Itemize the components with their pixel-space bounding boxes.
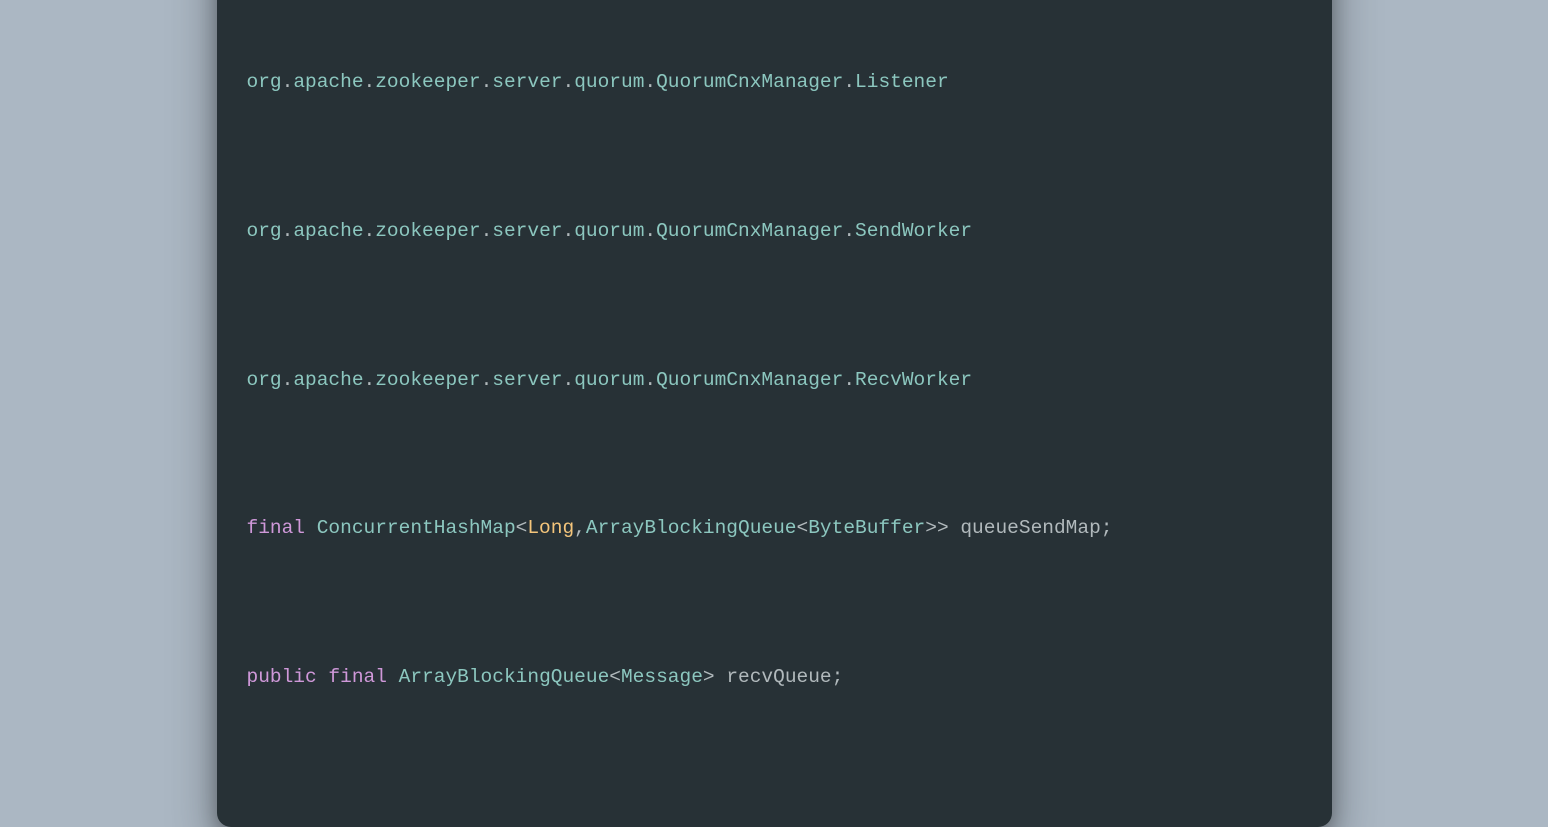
code-token: apache	[293, 71, 363, 93]
code-token	[949, 517, 961, 539]
code-token: .	[562, 369, 574, 391]
code-token: quorum	[574, 71, 644, 93]
code-token: >	[703, 666, 715, 688]
code-token: .	[364, 369, 376, 391]
code-line-3: org.apache.zookeeper.server.quorum.Quoru…	[247, 367, 1302, 394]
code-token: .	[481, 71, 493, 93]
code-token: QuorumCnxManager	[656, 71, 843, 93]
code-token: .	[644, 71, 656, 93]
code-token: Message	[621, 666, 703, 688]
code-token: Listener	[855, 71, 949, 93]
code-token: queueSendMap	[960, 517, 1100, 539]
code-token: .	[282, 71, 294, 93]
code-line-1: org.apache.zookeeper.server.quorum.Quoru…	[247, 69, 1302, 96]
code-token: >>	[925, 517, 948, 539]
code-token: .	[843, 71, 855, 93]
code-line-5: public final ArrayBlockingQueue<Message>…	[247, 664, 1302, 691]
code-token: ArrayBlockingQueue	[399, 666, 610, 688]
code-token: .	[364, 220, 376, 242]
code-token: ;	[1101, 517, 1113, 539]
code-token: .	[364, 71, 376, 93]
code-token: final	[247, 517, 306, 539]
code-token: QuorumCnxManager	[656, 220, 843, 242]
code-token: org	[247, 369, 282, 391]
code-token: zookeeper	[375, 220, 480, 242]
code-token: final	[328, 666, 387, 688]
code-token: ,	[574, 517, 586, 539]
code-token: zookeeper	[375, 369, 480, 391]
code-token: org	[247, 220, 282, 242]
code-token: org	[247, 71, 282, 93]
code-token: server	[492, 220, 562, 242]
code-token: server	[492, 71, 562, 93]
code-token: <	[516, 517, 528, 539]
code-token	[305, 517, 317, 539]
code-token: quorum	[574, 369, 644, 391]
code-token: .	[843, 369, 855, 391]
code-token: zookeeper	[375, 71, 480, 93]
code-token: quorum	[574, 220, 644, 242]
code-token: .	[644, 220, 656, 242]
code-token: ;	[832, 666, 844, 688]
code-token: <	[609, 666, 621, 688]
code-token	[387, 666, 399, 688]
code-token: ByteBuffer	[808, 517, 925, 539]
code-token: .	[481, 369, 493, 391]
code-token: <	[797, 517, 809, 539]
code-token: ArrayBlockingQueue	[586, 517, 797, 539]
code-token: QuorumCnxManager	[656, 369, 843, 391]
code-line-2: org.apache.zookeeper.server.quorum.Quoru…	[247, 218, 1302, 245]
code-token: .	[843, 220, 855, 242]
code-token: SendWorker	[855, 220, 972, 242]
code-token: recvQueue	[726, 666, 831, 688]
code-token: .	[282, 369, 294, 391]
code-window: org.apache.zookeeper.server.quorum.Quoru…	[217, 0, 1332, 827]
code-token: .	[282, 220, 294, 242]
code-token: .	[481, 220, 493, 242]
code-token: .	[562, 71, 574, 93]
code-token: server	[492, 369, 562, 391]
code-token: .	[562, 220, 574, 242]
code-token: apache	[293, 220, 363, 242]
code-token: Long	[527, 517, 574, 539]
code-token: RecvWorker	[855, 369, 972, 391]
code-token: ConcurrentHashMap	[317, 517, 516, 539]
code-token	[715, 666, 727, 688]
code-token: apache	[293, 369, 363, 391]
code-line-4: final ConcurrentHashMap<Long,ArrayBlocki…	[247, 515, 1302, 542]
code-token: public	[247, 666, 317, 688]
code-token: .	[644, 369, 656, 391]
code-token	[317, 666, 329, 688]
code-area: org.apache.zookeeper.server.quorum.Quoru…	[247, 0, 1302, 771]
